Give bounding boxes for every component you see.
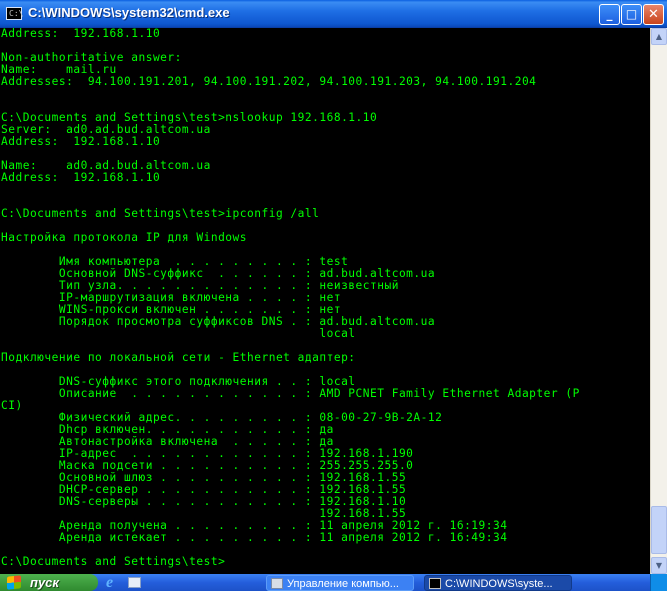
cmd-icon-text: C:\ [9,9,24,18]
scroll-up-button[interactable]: ▲ [651,28,667,45]
console-text: Address: 192.168.1.10 Non-authoritative … [1,28,580,568]
start-button[interactable]: пуск [0,574,98,591]
scroll-thumb[interactable] [651,506,667,554]
console-output[interactable]: Address: 192.168.1.10 Non-authoritative … [0,28,650,574]
taskbar-item-label: Управление компью... [287,578,399,590]
cmd-icon: C:\ [6,7,24,20]
cmd-small-icon [429,578,441,589]
show-desktop-icon[interactable] [128,577,141,588]
vertical-scrollbar[interactable]: ▲ ▼ [650,28,667,574]
window-title: C:\WINDOWS\system32\cmd.exe [28,5,230,20]
taskbar-item-cmd[interactable]: C:\WINDOWS\syste... [424,575,572,591]
close-button[interactable]: ✕ [643,4,664,25]
computer-management-icon [271,578,283,589]
title-bar[interactable]: C:\ C:\WINDOWS\system32\cmd.exe _ □ ✕ [0,0,667,28]
scroll-down-button[interactable]: ▼ [651,557,667,574]
system-tray [650,574,667,591]
windows-logo-icon [7,575,21,590]
taskbar-item-label: C:\WINDOWS\syste... [445,578,553,590]
taskbar-item-computer-management[interactable]: Управление компью... [266,575,414,591]
minimize-button[interactable]: _ [599,4,620,25]
internet-explorer-icon[interactable]: e [106,575,122,591]
maximize-button[interactable]: □ [621,4,642,25]
taskbar: пуск e Управление компью... C:\WINDOWS\s… [0,574,667,591]
start-label: пуск [30,575,59,590]
